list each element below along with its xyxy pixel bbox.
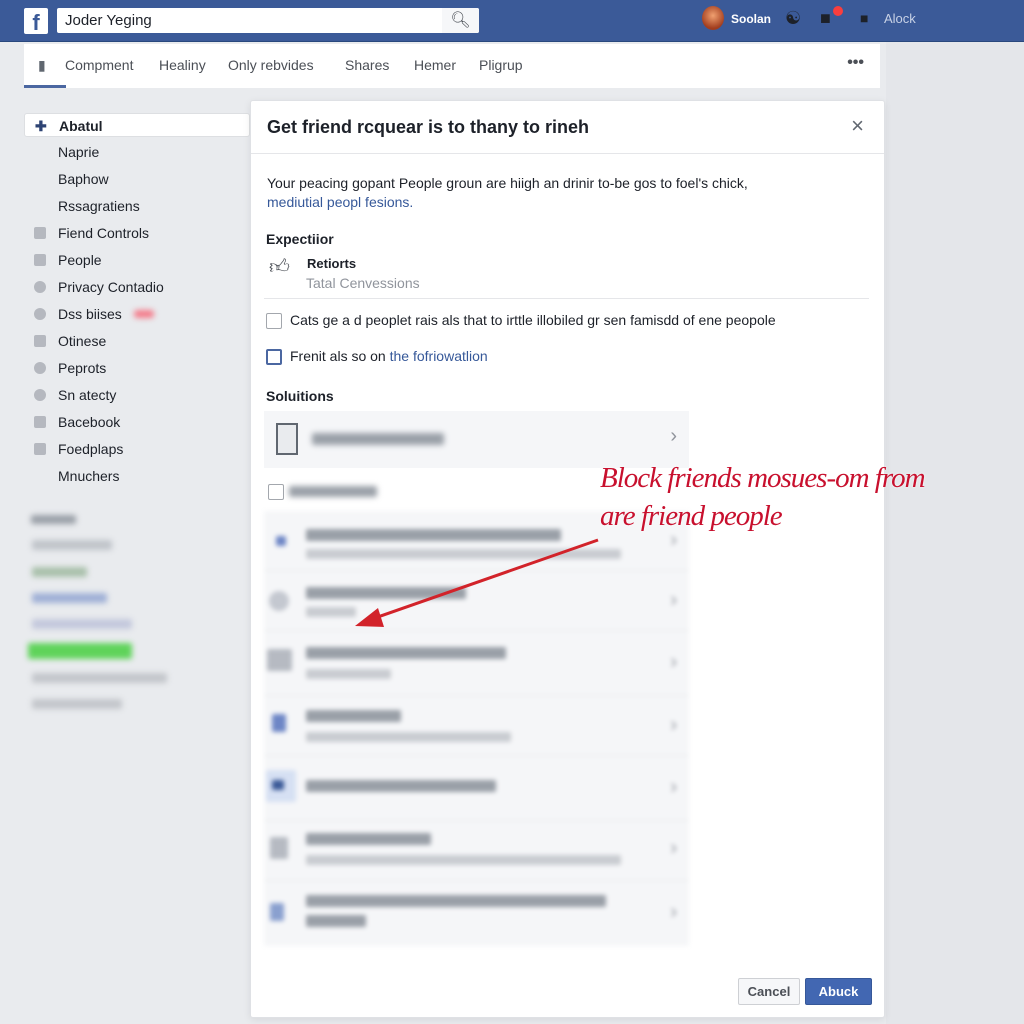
arrow-shaft — [371, 538, 599, 621]
annotation-arrow — [355, 538, 599, 627]
arrow-head — [355, 608, 384, 627]
